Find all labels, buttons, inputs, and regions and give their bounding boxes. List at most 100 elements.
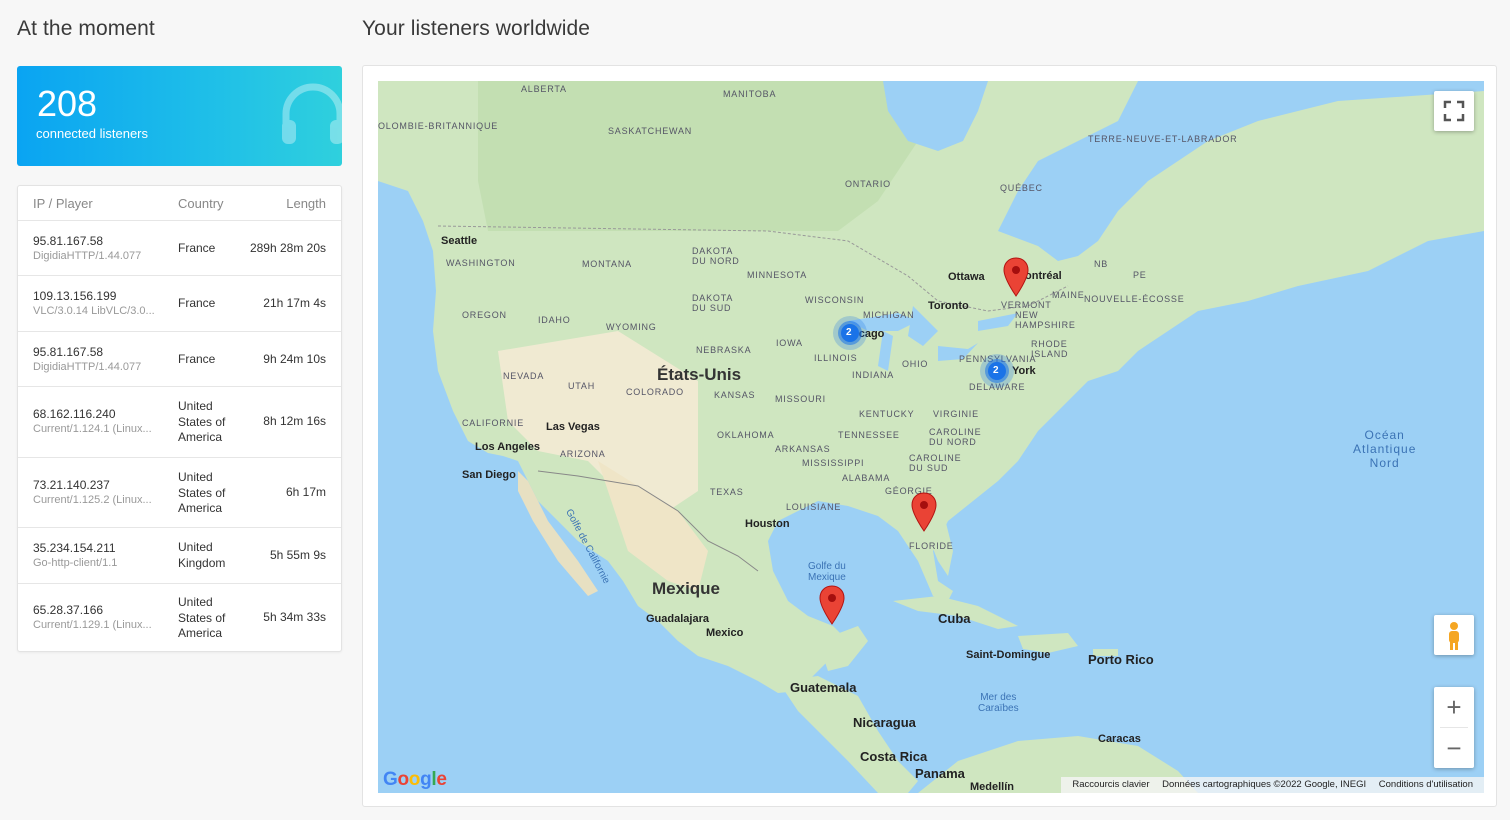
map-pin-icon[interactable] [1003, 257, 1029, 297]
label-iowa: IOWA [776, 338, 803, 348]
map-pin-icon[interactable] [911, 492, 937, 532]
table-header: IP / Player Country Length [18, 186, 341, 221]
fullscreen-button[interactable] [1434, 91, 1474, 131]
table-row: 73.21.140.237 Current/1.125.2 (Linux... U… [18, 458, 341, 528]
row-player: Go-http-client/1.1 [33, 557, 118, 569]
row-player: DigidiaHTTP/1.44.077 [33, 250, 142, 262]
row-ip: 68.162.116.240 [33, 407, 116, 421]
city-new-york: York [1012, 365, 1036, 377]
row-length: 5h 55m 9s [269, 548, 326, 562]
row-ip: 95.81.167.58 [33, 345, 104, 359]
row-ip: 65.28.37.166 [33, 603, 104, 617]
label-alabama: ALABAMA [842, 473, 891, 483]
label-nouvelle-ecosse: NOUVELLE-ÉCOSSE [1084, 294, 1185, 304]
city-seattle: Seattle [441, 235, 478, 247]
table-row: 95.81.167.58 DigidiaHTTP/1.44.077 France … [18, 332, 341, 387]
label-rhode-island: RHODE ISLAND [1031, 339, 1069, 359]
cluster-count: 2 [993, 365, 999, 376]
label-kansas: KANSAS [714, 390, 756, 400]
label-mexique: Mexique [652, 579, 721, 598]
label-washington: WASHINGTON [446, 258, 516, 268]
city-mexico: Mexico [706, 627, 744, 639]
city-los-angeles: Los Angeles [475, 441, 540, 453]
row-player: Current/1.124.1 (Linux... [33, 423, 152, 435]
row-player: Current/1.125.2 (Linux... [33, 494, 152, 506]
world-map[interactable]: ALBERTA MANITOBA OLOMBIE-BRITANNIQUE SAS… [378, 81, 1484, 793]
label-montana: MONTANA [582, 259, 632, 269]
city-guadalajara: Guadalajara [646, 613, 709, 625]
row-player: DigidiaHTTP/1.44.077 [33, 361, 142, 373]
label-caroline-nord: CAROLINE DU NORD [929, 427, 982, 447]
label-oregon: OREGON [462, 310, 507, 320]
label-tennessee: TENNESSEE [838, 430, 900, 440]
row-country: United States of America [178, 595, 226, 640]
map-data-credit: Données cartographiques ©2022 Google, IN… [1162, 779, 1367, 790]
row-length: 9h 24m 10s [263, 352, 326, 366]
google-logo: Google [383, 769, 447, 790]
row-length: 8h 12m 16s [263, 414, 326, 428]
label-arizona: ARIZONA [560, 449, 606, 459]
map-pin-icon[interactable] [819, 585, 845, 625]
table-row: 68.162.116.240 Current/1.124.1 (Linux... … [18, 387, 341, 458]
label-ohio: OHIO [902, 359, 929, 369]
label-nicaragua: Nicaragua [853, 715, 916, 730]
city-toronto: Toronto [928, 300, 969, 312]
header-country: Country [178, 196, 224, 211]
map-attribution: Raccourcis clavier Données cartographiqu… [1061, 777, 1484, 793]
label-mississippi: MISSISSIPPI [802, 458, 865, 468]
city-las-vegas: Las Vegas [546, 421, 600, 433]
row-player: VLC/3.0.14 LibVLC/3.0... [33, 305, 155, 317]
row-country: United States of America [178, 470, 226, 515]
row-country: United States of America [178, 399, 226, 444]
map-card: ALBERTA MANITOBA OLOMBIE-BRITANNIQUE SAS… [362, 65, 1497, 807]
row-country: France [178, 296, 216, 310]
label-new-hampshire: NEW HAMPSHIRE [1015, 310, 1076, 330]
label-mer-caraibes: Mer des Caraïbes [978, 692, 1019, 714]
row-country: France [178, 241, 216, 255]
label-ocean-atlantique: Océan Atlantique Nord [1353, 428, 1417, 470]
zoom-out-button[interactable]: − [1434, 728, 1474, 768]
label-alberta: ALBERTA [521, 84, 567, 94]
label-colorado: COLORADO [626, 387, 684, 397]
label-nebraska: NEBRASKA [696, 345, 752, 355]
keyboard-shortcuts-link[interactable]: Raccourcis clavier [1072, 779, 1149, 790]
label-terre-neuve: TERRE-NEUVE-ET-LABRADOR [1088, 134, 1238, 144]
city-san-diego: San Diego [462, 469, 516, 481]
listeners-stat-card: 208 connected listeners [17, 66, 342, 166]
label-wyoming: WYOMING [606, 322, 657, 332]
row-country: United Kingdom [178, 540, 226, 570]
label-nevada: NEVADA [503, 371, 545, 381]
label-etats-unis: États-Unis [657, 365, 742, 384]
label-oklahoma: OKLAHOMA [717, 430, 775, 440]
street-view-button[interactable] [1434, 615, 1474, 655]
label-texas: TEXAS [710, 487, 744, 497]
label-golfe-mexique: Golfe du Mexique [808, 561, 846, 583]
label-panama: Panama [915, 766, 965, 781]
label-wisconsin: WISCONSIN [805, 295, 865, 305]
row-length: 289h 28m 20s [249, 241, 326, 255]
label-manitoba: MANITOBA [723, 89, 777, 99]
row-length: 5h 34m 33s [263, 610, 326, 624]
table-row: 109.13.156.199 VLC/3.0.14 LibVLC/3.0... F… [18, 276, 341, 332]
label-ontario: ONTARIO [845, 179, 891, 189]
label-cuba: Cuba [938, 611, 971, 626]
city-montreal: ontréal [1025, 270, 1062, 282]
label-floride: FLORIDE [909, 541, 954, 551]
label-arkansas: ARKANSAS [775, 444, 831, 454]
label-pe: PE [1133, 270, 1147, 280]
header-length: Length [286, 196, 326, 211]
table-row: 35.234.154.211 Go-http-client/1.1 United … [18, 528, 341, 584]
header-ip-player: IP / Player [33, 196, 93, 211]
fullscreen-icon [1443, 100, 1465, 122]
table-row: 65.28.37.166 Current/1.129.1 (Linux... Un… [18, 584, 341, 651]
label-missouri: MISSOURI [775, 394, 826, 404]
city-caracas: Caracas [1098, 733, 1141, 745]
terms-link[interactable]: Conditions d'utilisation [1379, 779, 1473, 790]
city-ottawa: Ottawa [948, 271, 985, 283]
label-caroline-sud: CAROLINE DU SUD [909, 453, 962, 473]
row-length: 6h 17m [285, 485, 326, 499]
label-dakota-sud: DAKOTA DU SUD [692, 293, 734, 313]
row-length: 21h 17m 4s [263, 296, 326, 310]
zoom-in-button[interactable]: + [1434, 687, 1474, 727]
listener-count-label: connected listeners [36, 126, 149, 141]
